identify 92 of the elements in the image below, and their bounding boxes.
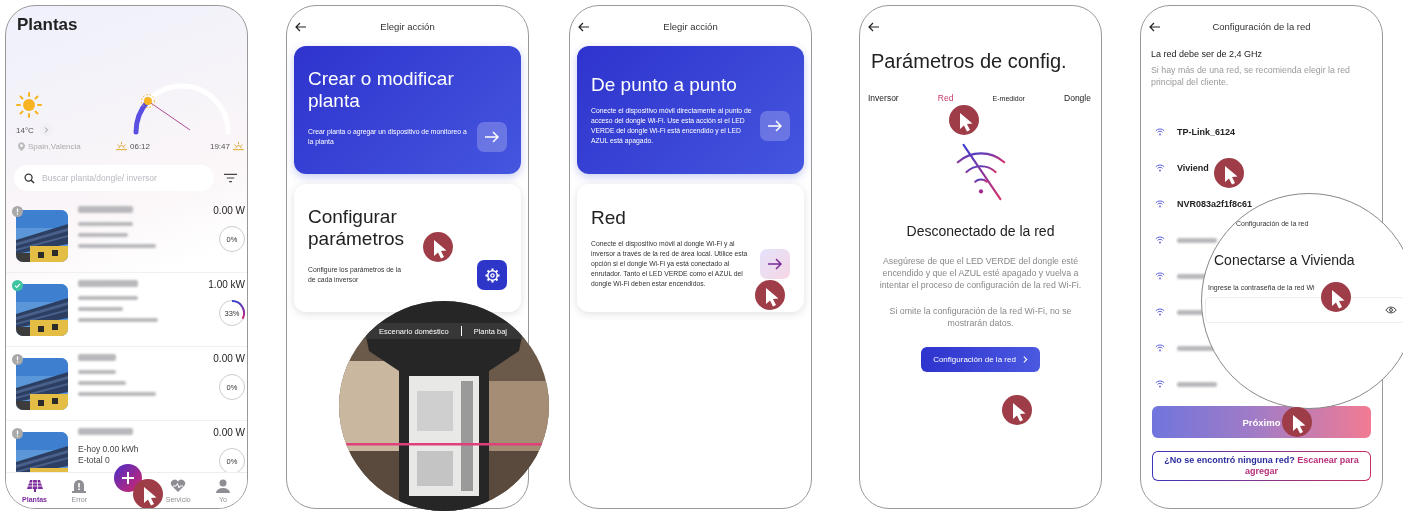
search-field[interactable]: Buscar planta/dongle/ inversor — [14, 165, 214, 191]
sun-icon — [16, 92, 42, 118]
card-title: Red — [591, 207, 626, 229]
chevron-icon — [1022, 356, 1028, 363]
alert-icon — [12, 428, 23, 439]
blurred-text — [1177, 381, 1217, 387]
card-title: De punto a punto — [591, 74, 737, 96]
blurred-text — [78, 307, 123, 311]
cursor-icon — [949, 105, 979, 135]
gear-icon — [484, 267, 500, 283]
back-icon[interactable] — [578, 22, 590, 32]
card-title: Crear o modificar planta — [308, 68, 455, 112]
hint-text: Si hay más de una red, se recomienda elegir la red principal del cliente. — [1150, 64, 1352, 88]
blurred-text — [1177, 237, 1217, 243]
heart-icon — [170, 478, 187, 493]
wifi-icon — [1155, 128, 1165, 136]
back-icon[interactable] — [1149, 22, 1161, 32]
cursor-icon — [1321, 282, 1351, 312]
page-title: Plantas — [16, 14, 79, 36]
network-config-button[interactable]: Configuración de la red — [921, 347, 1040, 372]
tab[interactable]: Red — [937, 93, 954, 103]
sunset-icon — [233, 141, 244, 151]
wifi-icon — [1155, 272, 1165, 280]
card-title: Configurar parámetros — [308, 206, 406, 250]
cursor-icon — [755, 280, 785, 310]
filter-icon[interactable] — [224, 173, 237, 183]
cursor-icon — [1002, 395, 1032, 425]
blurred-text — [78, 354, 116, 361]
requirement-text: La red debe ser de 2,4 GHz — [1150, 49, 1264, 59]
scan-button[interactable]: ¿No se encontró ninguna red? Escanear para agregar — [1152, 451, 1371, 481]
back-icon[interactable] — [295, 22, 307, 32]
tab[interactable]: Dongle — [1064, 93, 1091, 103]
screen-title: Elegir acción — [663, 20, 718, 32]
arrow-icon — [768, 258, 782, 270]
network-name[interactable]: TP-Link_6124 — [1177, 127, 1236, 137]
plus-icon — [122, 472, 134, 484]
cursor-icon — [1214, 158, 1244, 188]
back-icon[interactable] — [868, 22, 880, 32]
sunrise-icon — [116, 141, 127, 151]
tab[interactable]: Inversor — [868, 93, 899, 103]
temperature: 14°C — [16, 125, 34, 135]
blurred-text — [78, 206, 133, 213]
blurred-text — [78, 222, 133, 226]
instruction-text: Asegúrese de que el LED VERDE del dongle esté encendido y que el AZUL esté apagado y vuelva a intentar el proceso de configuración de la red Wi-Fi. — [878, 255, 1083, 291]
alert-icon — [12, 206, 23, 217]
network-name[interactable]: NVR083a2f1f8c61 — [1177, 199, 1253, 209]
user-icon — [214, 478, 231, 493]
blurred-text — [78, 233, 128, 237]
blurred-text — [78, 381, 126, 385]
wifi-icon — [1155, 200, 1165, 208]
wifi-icon — [1155, 164, 1165, 172]
alert-icon — [12, 354, 23, 365]
note-text: Si omite la configuración de la red Wi-Fi, no se mostrarán datos. — [888, 305, 1073, 329]
wifi-icon — [1155, 344, 1165, 352]
arrow-icon — [485, 131, 499, 143]
eye-icon[interactable] — [1385, 306, 1397, 314]
power-value: 1.00 kW — [208, 279, 245, 290]
dialog-heading: Conectarse a Vivienda — [1214, 252, 1355, 268]
blurred-text — [78, 370, 116, 374]
screen-title: Configuración de la red — [1212, 20, 1311, 32]
screen-title: Elegir acción — [380, 20, 435, 32]
card-button[interactable] — [477, 122, 507, 152]
power-value: 0.00 W — [213, 353, 245, 364]
wifi-icon — [1155, 236, 1165, 244]
location: Spain,Valencia — [28, 141, 81, 151]
power-value: 0.00 W — [213, 427, 245, 438]
pin-icon — [18, 141, 25, 151]
card-button[interactable] — [760, 249, 790, 279]
card-button[interactable] — [477, 260, 507, 290]
energy-value: E-total 0 — [78, 455, 111, 466]
network-name[interactable]: Viviend — [1177, 163, 1209, 173]
blurred-text — [78, 428, 133, 435]
action-card[interactable] — [577, 184, 804, 312]
sunrise-time: 06:12 — [130, 141, 151, 151]
cursor-icon — [423, 232, 453, 262]
warning-icon — [71, 478, 88, 493]
sun-icon — [140, 94, 155, 109]
wifi-icon — [1155, 380, 1165, 388]
password-field[interactable] — [1205, 297, 1403, 323]
screen-title: Parámetros de config. — [870, 50, 1068, 73]
card-button[interactable] — [760, 111, 790, 141]
search-icon — [24, 173, 35, 184]
arrow-icon — [768, 120, 782, 132]
status-heading: Desconectado de la red — [905, 223, 1056, 239]
energy-value: E-hoy 0.00 kWh — [78, 444, 139, 455]
power-value: 0.00 W — [213, 205, 245, 216]
wifi-icon — [1155, 308, 1165, 316]
sunset-time: 19:47 — [209, 141, 230, 151]
blurred-text — [78, 280, 138, 287]
solar-panel-icon — [26, 478, 43, 493]
check-icon — [12, 280, 23, 291]
blurred-text — [78, 296, 138, 300]
